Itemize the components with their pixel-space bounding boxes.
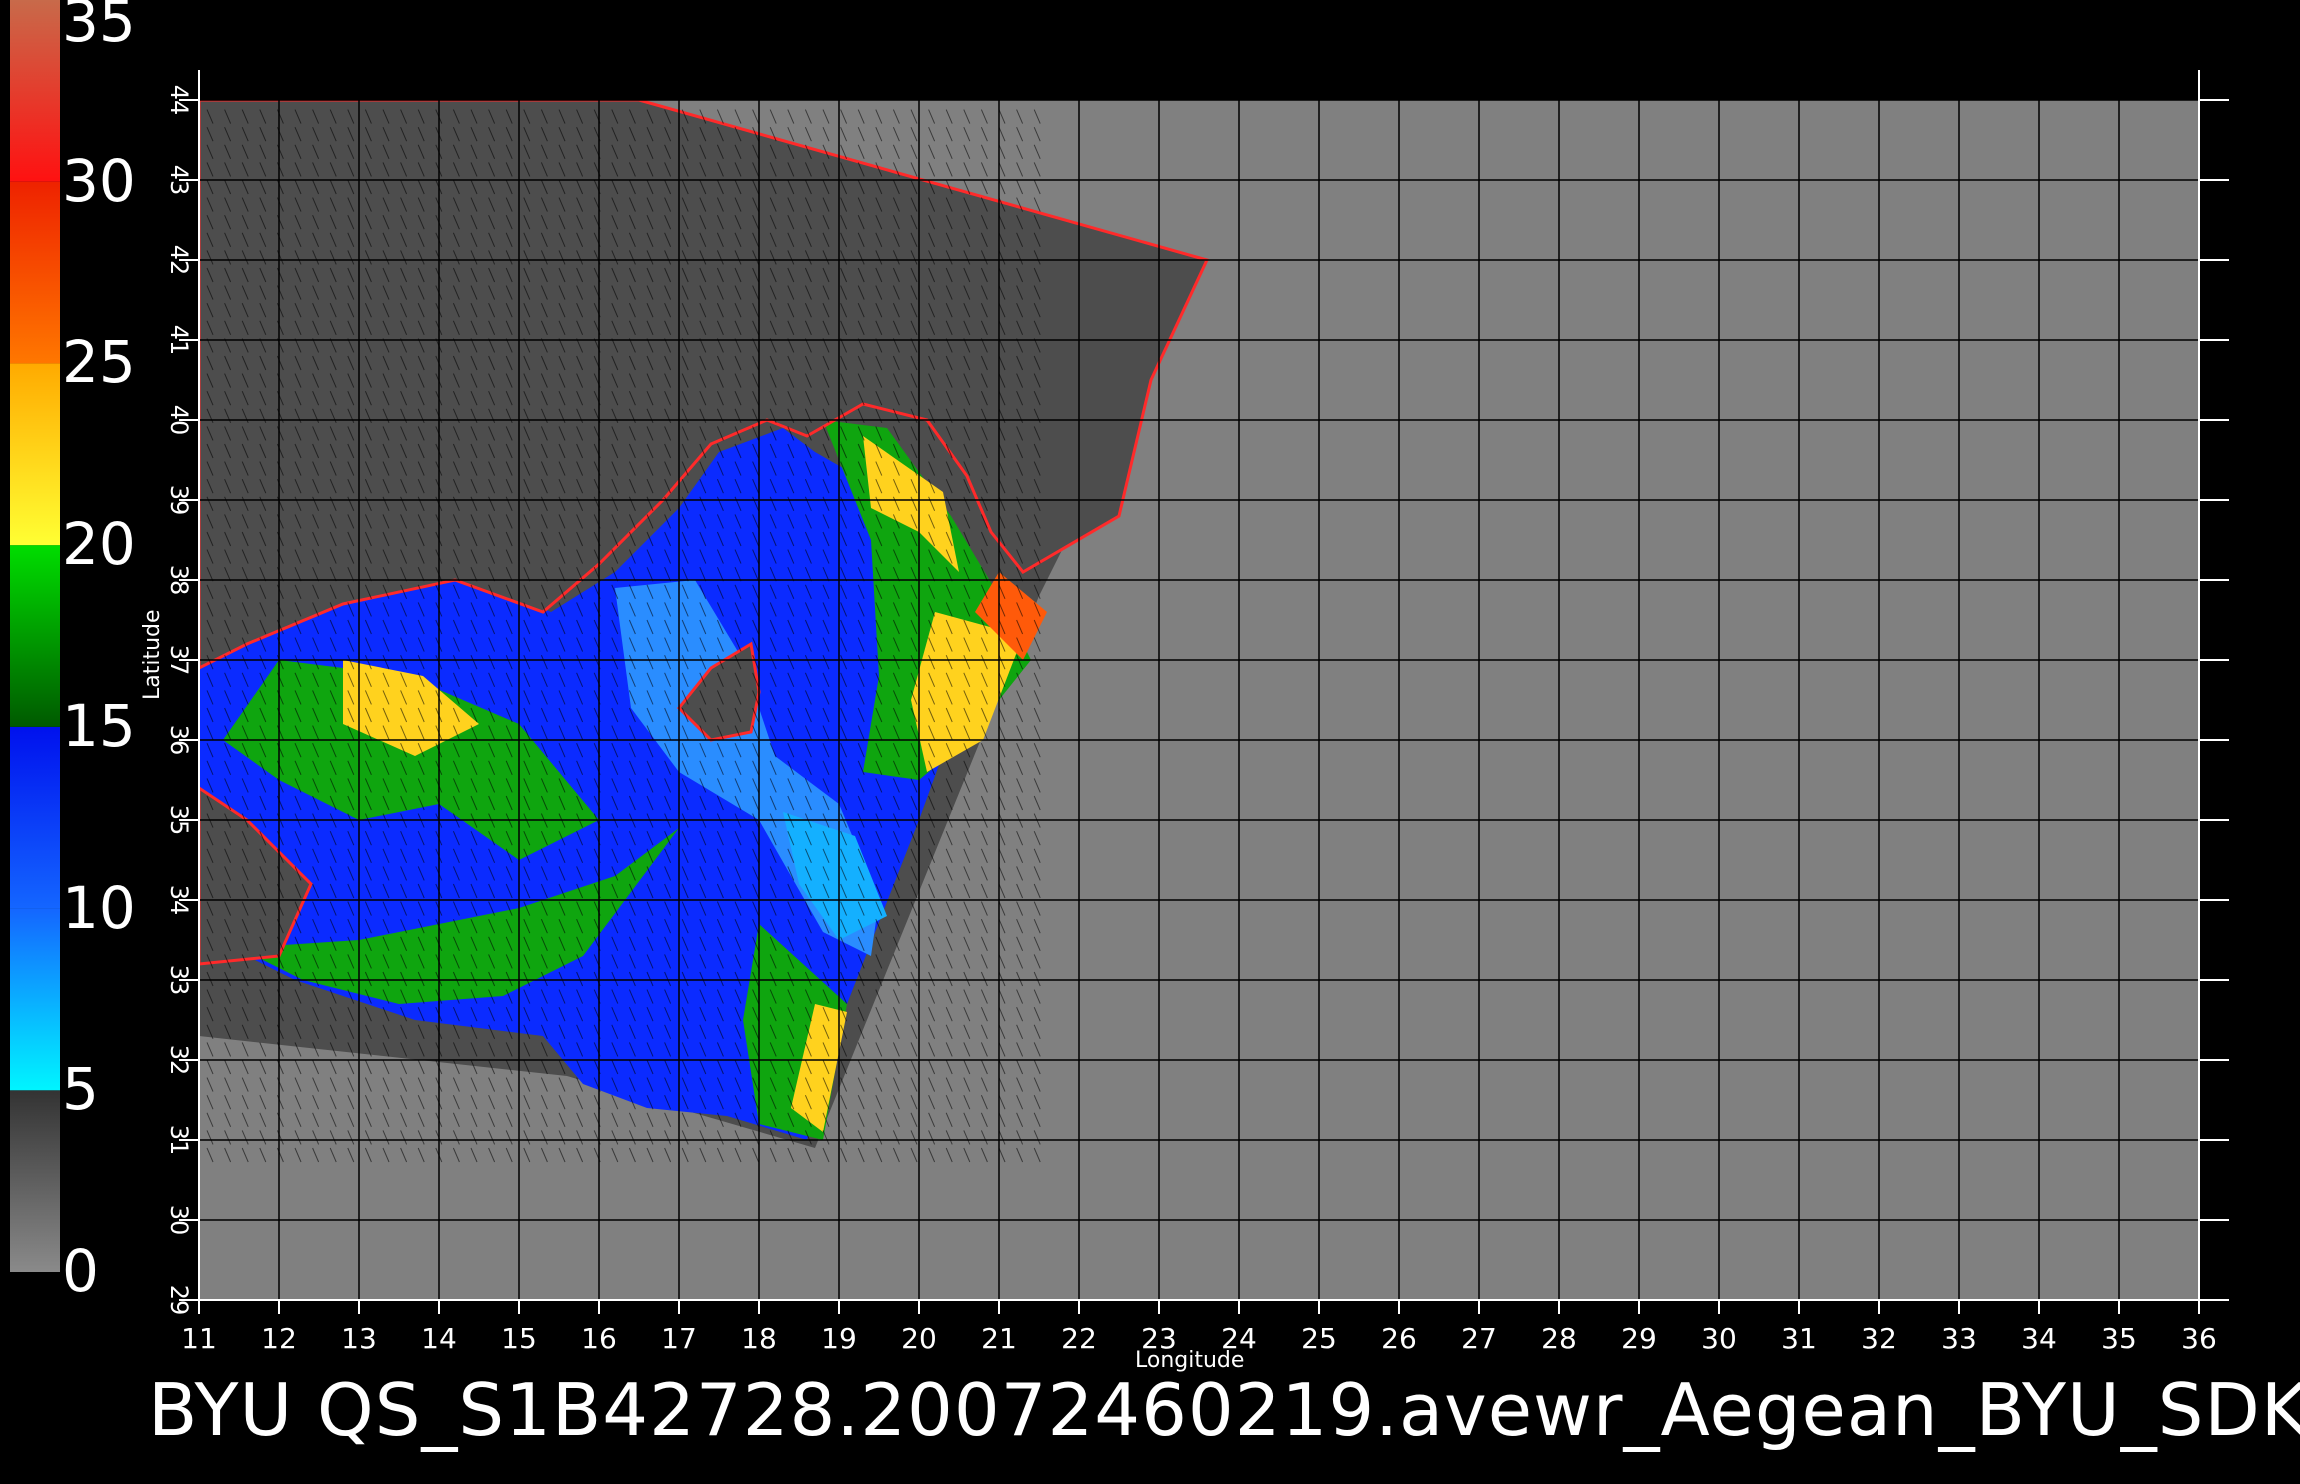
colorbar-label: 25: [62, 328, 136, 397]
colorbar-segment: [10, 363, 60, 546]
colorbar-label: 20: [62, 510, 136, 579]
y-tick-label: 43: [165, 165, 193, 196]
x-tick-label: 22: [1061, 1322, 1097, 1355]
x-tick-label: 18: [741, 1322, 777, 1355]
y-tick-label: 42: [165, 245, 193, 276]
colorbar-label: 15: [62, 691, 136, 760]
x-tick-label: 20: [901, 1322, 937, 1355]
y-tick-label: 40: [165, 405, 193, 436]
x-tick-label: 27: [1461, 1322, 1497, 1355]
map-svg: 11 12 13 14 15 16 17 18 19 20 21 22 23 24 25 26 27 28 29 30…: [10, 0, 2229, 1355]
y-tick-label: 37: [165, 645, 193, 676]
x-tick-label: 13: [341, 1322, 377, 1355]
y-tick-label: 44: [165, 85, 193, 116]
x-tick-label: 15: [501, 1322, 537, 1355]
x-tick-label: 16: [581, 1322, 617, 1355]
x-tick-label: 33: [1941, 1322, 1977, 1355]
y-tick-label: 30: [165, 1205, 193, 1236]
x-tick-label: 11: [181, 1322, 217, 1355]
colorbar-label: 30: [62, 146, 136, 215]
y-tick-label: 39: [165, 485, 193, 516]
x-tick-label: 26: [1381, 1322, 1417, 1355]
plot-area: [199, 100, 2199, 1300]
y-tick-label: 34: [165, 885, 193, 916]
x-tick-label: 25: [1301, 1322, 1337, 1355]
x-tick-label: 32: [1861, 1322, 1897, 1355]
x-tick-label: 14: [421, 1322, 457, 1355]
x-tick-label: 36: [2181, 1322, 2217, 1355]
y-tick-label: 35: [165, 805, 193, 836]
colorbar-label: 0: [62, 1237, 99, 1305]
y-tick-label: 29: [165, 1285, 193, 1316]
x-tick-label: 29: [1621, 1322, 1657, 1355]
y-tick-label: 38: [165, 565, 193, 596]
y-tick-label: 36: [165, 725, 193, 756]
x-tick-label: 19: [821, 1322, 857, 1355]
x-tick-label: 28: [1541, 1322, 1577, 1355]
colorbar-segment: [10, 181, 60, 364]
colorbar-segment: [10, 726, 60, 909]
x-tick-label: 17: [661, 1322, 697, 1355]
x-tick-label: 31: [1781, 1322, 1817, 1355]
x-tick-label: 21: [981, 1322, 1017, 1355]
colorbar-label: 10: [62, 873, 136, 942]
image-caption: BYU QS_S1B42728.20072460219.avewr_Aegean…: [148, 1368, 2300, 1452]
x-tick-label: 34: [2021, 1322, 2057, 1355]
x-tick-label: 35: [2101, 1322, 2137, 1355]
y-axis-label: Latitude: [140, 609, 165, 700]
colorbar-segment: [10, 0, 60, 182]
wind-map-figure: 11 12 13 14 15 16 17 18 19 20 21 22 23 24 25 26 27 28 29 30…: [0, 0, 2300, 1480]
y-axis-label-text: Latitude: [140, 609, 165, 700]
y-tick-label: 31: [165, 1125, 193, 1156]
y-tick-label: 41: [165, 325, 193, 356]
x-tick-label: 30: [1701, 1322, 1737, 1355]
colorbar-segment: [10, 1090, 60, 1272]
colorbar-segment: [10, 545, 60, 727]
colorbar: [10, 0, 60, 1272]
colorbar-segment: [10, 908, 60, 1091]
y-tick-label: 32: [165, 1045, 193, 1076]
x-tick-label: 12: [261, 1322, 297, 1355]
y-tick-label: 33: [165, 965, 193, 996]
colorbar-label: 5: [62, 1055, 99, 1124]
colorbar-label: 35: [62, 0, 136, 55]
